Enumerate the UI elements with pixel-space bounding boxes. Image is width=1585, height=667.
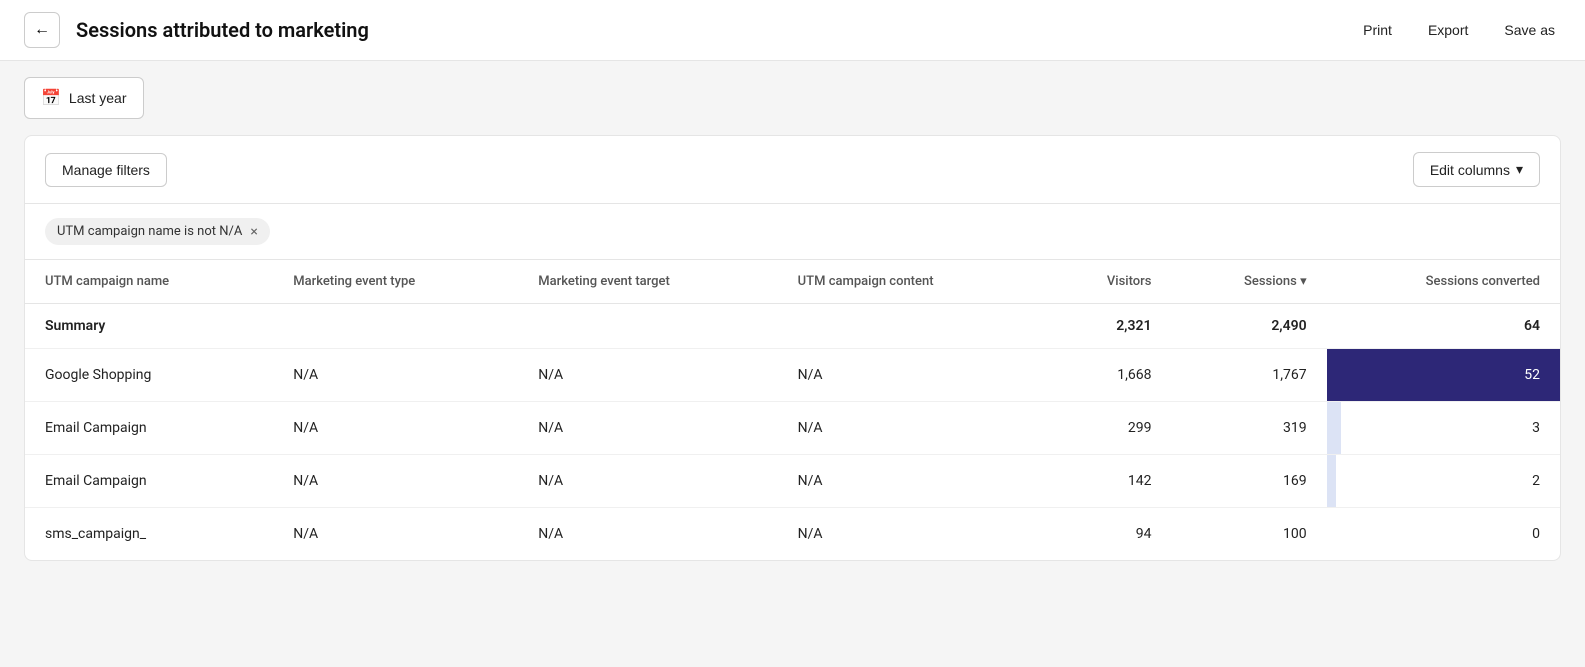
converted-value: 2 [1510, 473, 1540, 489]
top-bar: ← Sessions attributed to marketing Print… [0, 0, 1585, 61]
table-row: Email CampaignN/AN/AN/A1421692 [25, 455, 1560, 508]
export-button[interactable]: Export [1422, 18, 1474, 42]
back-icon: ← [34, 21, 50, 39]
summary-sessions: 2,490 [1171, 304, 1326, 349]
converted-value: 3 [1510, 420, 1540, 436]
save-as-button[interactable]: Save as [1498, 18, 1561, 42]
table-cell: N/A [273, 455, 518, 508]
table-cell: N/A [778, 349, 1044, 402]
print-button[interactable]: Print [1357, 18, 1398, 42]
cell-visitors: 94 [1044, 508, 1172, 561]
table-cell: N/A [273, 402, 518, 455]
edit-columns-label: Edit columns [1430, 162, 1510, 178]
summary-label: Summary [25, 304, 273, 349]
table-cell: N/A [778, 455, 1044, 508]
filter-tag: UTM campaign name is not N/A × [45, 218, 270, 245]
cell-sessions-converted: 2 [1327, 455, 1560, 508]
cell-sessions: 319 [1171, 402, 1326, 455]
col-header-utm-campaign-name: UTM campaign name [25, 260, 273, 304]
filter-bar: 📅 Last year [0, 61, 1585, 135]
summary-row: Summary 2,321 2,490 64 [25, 304, 1560, 349]
date-range-button[interactable]: 📅 Last year [24, 77, 144, 119]
col-header-marketing-event-target: Marketing event target [518, 260, 777, 304]
table-cell: Email Campaign [25, 402, 273, 455]
col-header-sessions-converted: Sessions converted [1327, 260, 1560, 304]
cell-sessions-converted: 52 [1327, 349, 1560, 402]
table-cell: N/A [273, 349, 518, 402]
summary-visitors: 2,321 [1044, 304, 1172, 349]
table-row: Google ShoppingN/AN/AN/A1,6681,76752 [25, 349, 1560, 402]
table-header-row: UTM campaign name Marketing event type M… [25, 260, 1560, 304]
date-range-label: Last year [69, 90, 127, 106]
top-bar-left: ← Sessions attributed to marketing [24, 12, 369, 48]
top-bar-right: Print Export Save as [1357, 18, 1561, 42]
back-button[interactable]: ← [24, 12, 60, 48]
active-filter-bar: UTM campaign name is not N/A × [25, 204, 1560, 260]
chevron-down-icon: ▾ [1516, 161, 1523, 178]
table-row: sms_campaign_N/AN/AN/A941000 [25, 508, 1560, 561]
col-header-marketing-event-type: Marketing event type [273, 260, 518, 304]
table-cell: N/A [518, 455, 777, 508]
table-cell: N/A [778, 402, 1044, 455]
table-cell: N/A [273, 508, 518, 561]
filter-tag-close-button[interactable]: × [250, 225, 257, 239]
cell-sessions: 100 [1171, 508, 1326, 561]
cell-sessions-converted: 3 [1327, 402, 1560, 455]
cell-sessions: 169 [1171, 455, 1326, 508]
edit-columns-button[interactable]: Edit columns ▾ [1413, 152, 1540, 187]
calendar-icon: 📅 [41, 88, 61, 108]
table-cell: N/A [518, 349, 777, 402]
converted-value: 0 [1510, 526, 1540, 542]
manage-filters-button[interactable]: Manage filters [45, 153, 167, 187]
table-row: Email CampaignN/AN/AN/A2993193 [25, 402, 1560, 455]
converted-value: 52 [1510, 367, 1540, 383]
cell-sessions-converted: 0 [1327, 508, 1560, 561]
page-title: Sessions attributed to marketing [76, 18, 369, 42]
summary-sessions-converted: 64 [1327, 304, 1560, 349]
table-cell: N/A [518, 402, 777, 455]
table-cell: Email Campaign [25, 455, 273, 508]
table-cell: N/A [518, 508, 777, 561]
data-table: UTM campaign name Marketing event type M… [25, 260, 1560, 560]
table-cell: sms_campaign_ [25, 508, 273, 561]
col-header-visitors: Visitors [1044, 260, 1172, 304]
cell-visitors: 299 [1044, 402, 1172, 455]
table-cell: N/A [778, 508, 1044, 561]
main-card: Manage filters Edit columns ▾ UTM campai… [24, 135, 1561, 561]
col-header-utm-campaign-content: UTM campaign content [778, 260, 1044, 304]
cell-visitors: 1,668 [1044, 349, 1172, 402]
cell-visitors: 142 [1044, 455, 1172, 508]
table-cell: Google Shopping [25, 349, 273, 402]
cell-sessions: 1,767 [1171, 349, 1326, 402]
col-header-sessions[interactable]: Sessions ▾ [1171, 260, 1326, 304]
card-toolbar: Manage filters Edit columns ▾ [25, 136, 1560, 204]
filter-tag-text: UTM campaign name is not N/A [57, 224, 242, 239]
